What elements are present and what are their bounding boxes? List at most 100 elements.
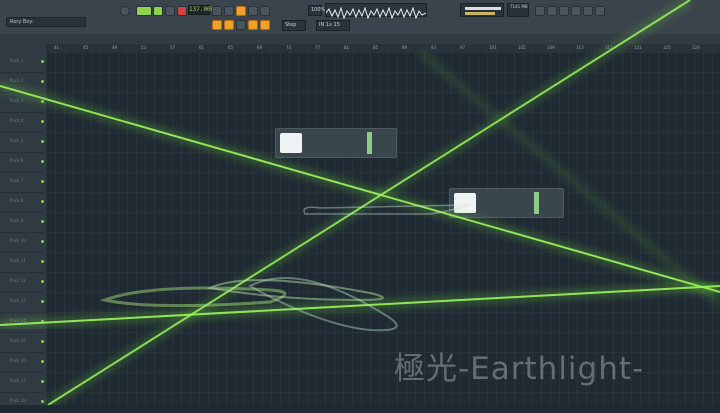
memory-meter: [460, 3, 504, 17]
ruler-tick: 85: [373, 45, 379, 50]
track-led-icon[interactable]: [41, 100, 44, 103]
track-label: Track 1: [9, 58, 24, 63]
ruler-tick: 77: [315, 45, 321, 50]
meter-bar-top: [465, 7, 501, 10]
meter-bar-bottom: [465, 12, 495, 15]
piano-clip-icon: [454, 193, 476, 213]
ruler-tick: 61: [199, 45, 205, 50]
mixer-icon[interactable]: [248, 20, 258, 30]
ruler-tick: 105: [518, 45, 526, 50]
record-button[interactable]: [177, 6, 187, 16]
loop-icon[interactable]: [248, 6, 258, 16]
ruler-tick: 101: [489, 45, 497, 50]
settings-icon[interactable]: [571, 6, 581, 16]
ruler-tick: 81: [344, 45, 350, 50]
track-label: Track 3: [9, 98, 24, 103]
track-led-icon[interactable]: [41, 260, 44, 263]
ruler-tick: 97: [460, 45, 466, 50]
chat-icon[interactable]: [583, 6, 593, 16]
metronome-icon[interactable]: [212, 6, 222, 16]
track-led-icon[interactable]: [41, 200, 44, 203]
render-icon[interactable]: [535, 6, 545, 16]
pattern-clip[interactable]: [449, 188, 564, 218]
track-row[interactable]: Track 6: [0, 152, 46, 173]
track-led-icon[interactable]: [41, 160, 44, 163]
help-icon[interactable]: [595, 6, 605, 16]
memory-readout: 7141 MB: [507, 3, 529, 17]
clip-volume-slider[interactable]: [367, 132, 372, 154]
playlist-icon[interactable]: [224, 20, 234, 30]
waveform-display: [325, 3, 427, 20]
track-row[interactable]: Track 9: [0, 212, 46, 233]
master-volume-knob[interactable]: [120, 6, 130, 16]
ruler-tick: 89: [402, 45, 408, 50]
track-row[interactable]: Track 14: [0, 312, 46, 333]
ruler-tick: 69: [257, 45, 263, 50]
pattern-clip[interactable]: [275, 128, 397, 158]
track-led-icon[interactable]: [41, 140, 44, 143]
track-led-icon[interactable]: [41, 60, 44, 63]
track-label: Track 17: [9, 378, 26, 383]
track-row[interactable]: Track 4: [0, 112, 46, 133]
save-icon[interactable]: [559, 6, 569, 16]
channel-rack-icon[interactable]: [260, 20, 270, 30]
track-row[interactable]: Track 13: [0, 292, 46, 313]
track-label: Track 16: [9, 358, 26, 363]
stop-button[interactable]: [165, 6, 175, 16]
piano-clip-icon: [280, 133, 302, 153]
step-edit-icon[interactable]: [260, 6, 270, 16]
track-row[interactable]: Track 10: [0, 232, 46, 253]
wait-icon[interactable]: [224, 6, 234, 16]
play-button[interactable]: [153, 6, 163, 16]
track-row[interactable]: Track 12: [0, 272, 46, 293]
track-led-icon[interactable]: [41, 380, 44, 383]
ruler-tick: 49: [112, 45, 118, 50]
track-label: Track 4: [9, 118, 24, 123]
track-led-icon[interactable]: [41, 360, 44, 363]
track-led-icon[interactable]: [41, 180, 44, 183]
track-led-icon[interactable]: [41, 320, 44, 323]
ruler-tick: 121: [634, 45, 642, 50]
track-label: Track 9: [9, 218, 24, 223]
track-led-icon[interactable]: [41, 300, 44, 303]
track-label: Track 8: [9, 198, 24, 203]
track-row[interactable]: Track 15: [0, 332, 46, 353]
pattern-icon[interactable]: [236, 6, 246, 16]
ruler-tick: 41: [54, 45, 60, 50]
track-row[interactable]: Track 8: [0, 192, 46, 213]
track-led-icon[interactable]: [41, 400, 44, 403]
hint-bar: Rory Boy:: [6, 17, 86, 27]
track-led-icon[interactable]: [41, 240, 44, 243]
track-row[interactable]: Track 2: [0, 72, 46, 93]
track-label: Track 5: [9, 138, 24, 143]
snap-select[interactable]: Step: [282, 20, 306, 31]
tempo-display[interactable]: 137.000: [188, 5, 214, 15]
track-row[interactable]: Track 1: [0, 52, 46, 73]
track-label: Track 6: [9, 158, 24, 163]
track-row[interactable]: Track 5: [0, 132, 46, 153]
track-led-icon[interactable]: [41, 340, 44, 343]
track-row[interactable]: Track 3: [0, 92, 46, 113]
track-led-icon[interactable]: [41, 120, 44, 123]
browser-icon[interactable]: [212, 20, 222, 30]
track-label: Track 11: [9, 258, 26, 263]
ruler-tick: 53: [141, 45, 147, 50]
track-led-icon[interactable]: [41, 220, 44, 223]
clip-volume-slider[interactable]: [534, 192, 539, 214]
ruler-tick: 45: [83, 45, 89, 50]
audio-icon[interactable]: [547, 6, 557, 16]
piano-roll-icon[interactable]: [236, 20, 246, 30]
track-led-icon[interactable]: [41, 80, 44, 83]
channel-select[interactable]: IN 1x 15: [316, 20, 350, 31]
track-row[interactable]: Track 16: [0, 352, 46, 373]
pattern-song-toggle[interactable]: [136, 6, 152, 16]
track-row[interactable]: Track 7: [0, 172, 46, 193]
track-label: Track 2: [9, 78, 24, 83]
ruler-tick: 129: [692, 45, 700, 50]
track-led-icon[interactable]: [41, 280, 44, 283]
ruler-tick: 65: [228, 45, 234, 50]
track-row[interactable]: Track 18: [0, 392, 46, 413]
track-label: Track 12: [9, 278, 26, 283]
track-row[interactable]: Track 17: [0, 372, 46, 393]
track-row[interactable]: Track 11: [0, 252, 46, 273]
